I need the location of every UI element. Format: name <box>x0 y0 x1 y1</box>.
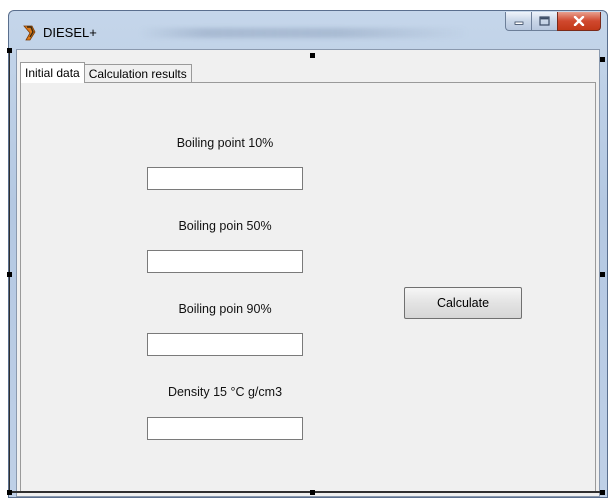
resize-handle-bottom-center[interactable] <box>310 490 315 495</box>
boiling-point-10-label: Boiling point 10% <box>176 136 274 150</box>
resize-handle-top-left[interactable] <box>7 48 12 53</box>
resize-handle-middle-right[interactable] <box>600 272 605 277</box>
maximize-button[interactable] <box>531 12 557 31</box>
resize-handle-top-right[interactable] <box>600 57 605 62</box>
client-area: Initial data Calculation results Boiling… <box>16 49 600 497</box>
diesel-app-icon <box>23 25 36 41</box>
resize-handle-middle-left[interactable] <box>7 272 12 277</box>
title-bar[interactable]: DIESEL+ <box>9 11 607 49</box>
boiling-point-90-input[interactable] <box>147 333 303 356</box>
density-15-label: Density 15 °C g/cm3 <box>167 385 283 399</box>
close-button[interactable] <box>557 12 601 31</box>
resize-handle-bottom-right[interactable] <box>600 490 605 495</box>
close-icon <box>573 16 585 26</box>
boiling-point-90-label: Boiling poin 90% <box>178 302 272 316</box>
maximize-icon <box>539 16 550 26</box>
resize-handle-top-center[interactable] <box>310 53 315 58</box>
density-15-input[interactable] <box>147 417 303 440</box>
minimize-icon <box>514 21 523 25</box>
tab-calculation-results[interactable]: Calculation results <box>83 64 192 83</box>
window-title: DIESEL+ <box>43 25 97 40</box>
boiling-point-50-input[interactable] <box>147 250 303 273</box>
calculate-button[interactable]: Calculate <box>404 287 522 319</box>
tab-initial-data[interactable]: Initial data <box>20 62 85 83</box>
tab-panel-initial-data: Boiling point 10% Boiling poin 50% Boili… <box>20 82 596 492</box>
tab-strip: Initial data Calculation results <box>20 62 192 83</box>
app-window: DIESEL+ Initial data Calculation results… <box>8 10 608 498</box>
boiling-point-50-label: Boiling poin 50% <box>178 219 272 233</box>
blurred-title-text <box>139 28 469 38</box>
selection-frame-left <box>9 48 10 492</box>
caption-buttons <box>505 12 601 32</box>
boiling-point-10-input[interactable] <box>147 167 303 190</box>
minimize-button[interactable] <box>505 12 531 31</box>
selection-frame-bottom <box>9 491 604 493</box>
resize-handle-bottom-left[interactable] <box>7 490 12 495</box>
